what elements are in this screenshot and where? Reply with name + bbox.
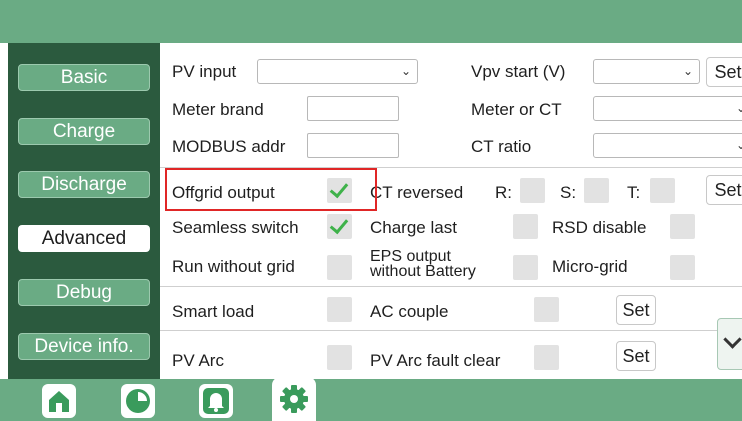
ct-reversed-t-label: T: <box>627 183 641 202</box>
ct-ratio-label: CT ratio <box>471 137 532 156</box>
pv-arc-fault-clear-checkbox[interactable] <box>534 345 559 370</box>
charge-last-checkbox[interactable] <box>513 214 538 239</box>
meter-brand-input[interactable] <box>307 96 399 121</box>
vpv-start-select[interactable]: ⌄ <box>593 59 700 84</box>
bottom-nav-bar <box>0 379 742 421</box>
pie-chart-icon <box>126 389 150 413</box>
vpv-start-set-button[interactable]: Set <box>706 57 742 87</box>
sidebar-item-discharge[interactable]: Discharge <box>18 171 150 198</box>
modbus-addr-label: MODBUS addr <box>172 137 286 156</box>
rsd-disable-checkbox[interactable] <box>670 214 695 239</box>
ct-reversed-set-button[interactable]: Set <box>706 175 742 205</box>
charge-last-label: Charge last <box>370 218 457 237</box>
seamless-switch-label: Seamless switch <box>172 218 299 237</box>
chevron-down-icon <box>723 330 742 349</box>
pv-input-select[interactable]: ⌄ <box>257 59 418 84</box>
meter-or-ct-select[interactable]: ⌄ <box>593 96 742 121</box>
sidebar-item-basic[interactable]: Basic <box>18 64 150 91</box>
micro-grid-checkbox[interactable] <box>670 255 695 280</box>
ct-reversed-t-checkbox[interactable] <box>650 178 675 203</box>
smart-load-label: Smart load <box>172 302 255 321</box>
advanced-settings-panel: PV input ⌄ Vpv start (V) ⌄ Set Meter bra… <box>160 43 742 379</box>
sidebar: Basic Charge Discharge Advanced Debug De… <box>8 43 160 379</box>
tab-statistics[interactable] <box>121 384 155 418</box>
chevron-down-icon: ⌄ <box>735 101 742 115</box>
ct-reversed-r-label: R: <box>495 183 512 202</box>
chevron-down-icon: ⌄ <box>735 138 742 152</box>
scroll-down-button[interactable] <box>717 318 742 370</box>
seamless-switch-checkbox[interactable] <box>327 214 352 239</box>
ct-reversed-s-checkbox[interactable] <box>584 178 609 203</box>
ct-reversed-r-checkbox[interactable] <box>520 178 545 203</box>
rsd-disable-label: RSD disable <box>552 218 647 237</box>
ac-couple-checkbox[interactable] <box>534 297 559 322</box>
pv-arc-fault-clear-label: PV Arc fault clear <box>370 351 501 370</box>
tab-settings[interactable] <box>272 377 316 421</box>
pv-arc-fault-clear-set-button[interactable]: Set <box>616 341 656 371</box>
highlight-box <box>165 168 377 211</box>
home-icon <box>49 391 69 412</box>
ac-couple-set-button[interactable]: Set <box>616 295 656 325</box>
chevron-down-icon: ⌄ <box>400 64 411 78</box>
eps-output-checkbox[interactable] <box>513 255 538 280</box>
sidebar-item-device-info[interactable]: Device info. <box>18 333 150 360</box>
divider <box>160 286 742 287</box>
ct-reversed-s-label: S: <box>560 183 577 202</box>
micro-grid-label: Micro-grid <box>552 257 628 276</box>
meter-brand-label: Meter brand <box>172 100 264 119</box>
run-without-grid-label: Run without grid <box>172 257 295 276</box>
pv-arc-label: PV Arc <box>172 351 224 370</box>
ct-reversed-label: CT reversed <box>370 183 464 202</box>
smart-load-checkbox[interactable] <box>327 297 352 322</box>
eps-output-label-line2: without Battery <box>370 263 476 280</box>
tab-home[interactable] <box>42 384 76 418</box>
bell-icon <box>203 388 229 414</box>
top-bar <box>0 0 742 43</box>
ct-ratio-select[interactable]: ⌄ <box>593 133 742 158</box>
meter-or-ct-label: Meter or CT <box>471 100 562 119</box>
ac-couple-label: AC couple <box>370 302 449 321</box>
pv-input-label: PV input <box>172 62 237 81</box>
sidebar-item-charge[interactable]: Charge <box>18 118 150 145</box>
eps-output-label-line1: EPS output <box>370 248 451 265</box>
sidebar-item-debug[interactable]: Debug <box>18 279 150 306</box>
tab-notifications[interactable] <box>199 384 233 418</box>
modbus-addr-input[interactable] <box>307 133 399 158</box>
run-without-grid-checkbox[interactable] <box>327 255 352 280</box>
gear-icon <box>280 385 308 413</box>
sidebar-item-advanced[interactable]: Advanced <box>18 225 150 252</box>
chevron-down-icon: ⌄ <box>682 64 693 78</box>
divider <box>160 330 742 331</box>
eps-output-label: EPS output without Battery <box>370 248 476 280</box>
vpv-start-label: Vpv start (V) <box>471 62 566 81</box>
left-edge <box>0 43 8 379</box>
pv-arc-checkbox[interactable] <box>327 345 352 370</box>
